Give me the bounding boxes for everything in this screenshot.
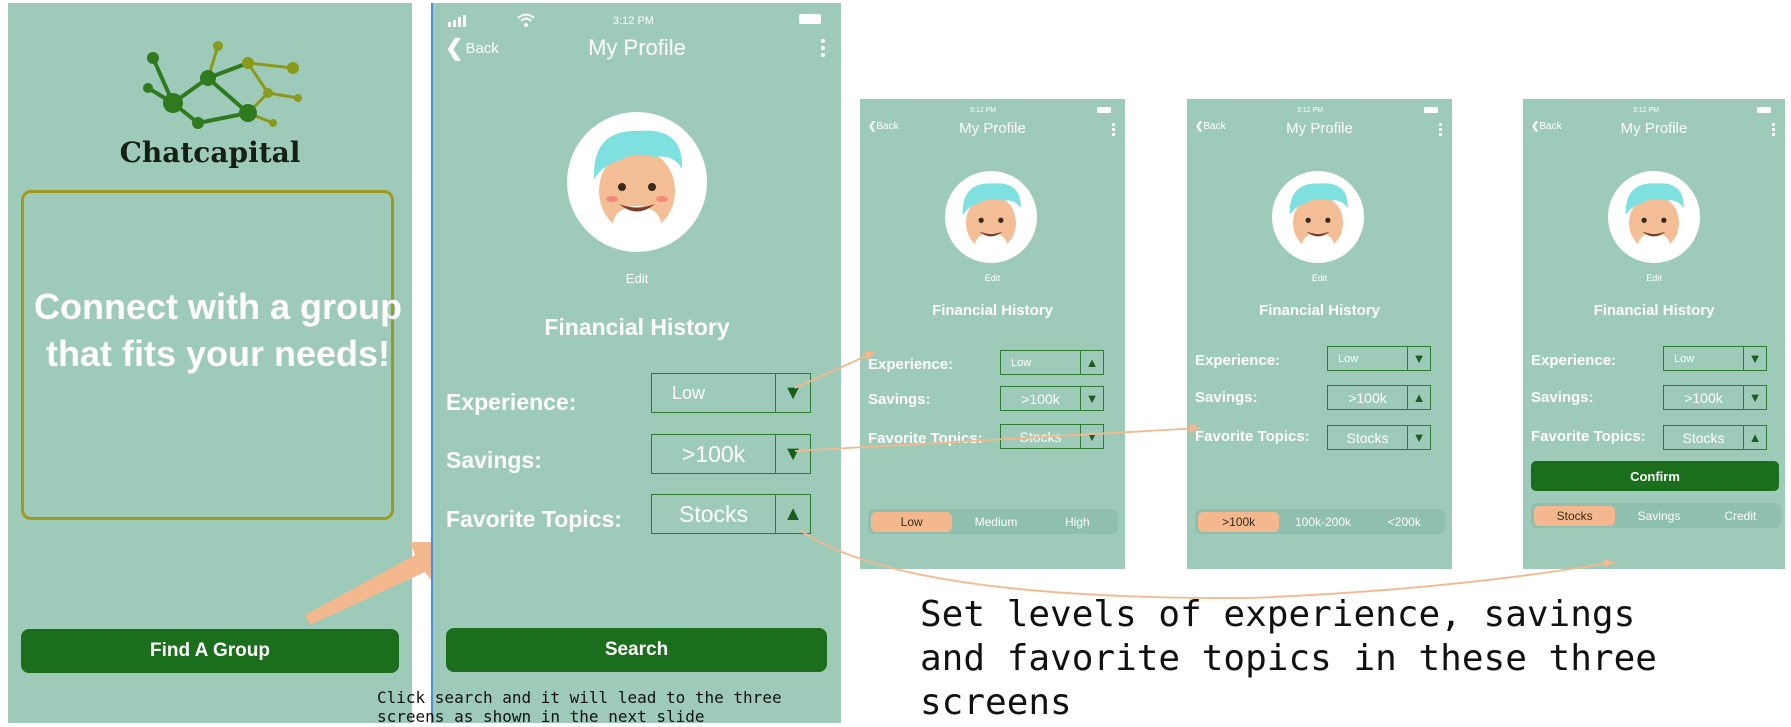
instruction-note: Set levels of experience, savings and fa… [920,594,1657,723]
connector-line-experience [794,351,876,389]
connector-line-savings [794,427,1201,452]
connector-arrowhead-savings [1190,423,1200,433]
connector-arrowhead-topics [1604,559,1615,568]
connector-line-topics [799,529,1616,599]
search-note: Click search and it will lead to the thr… [377,688,782,726]
